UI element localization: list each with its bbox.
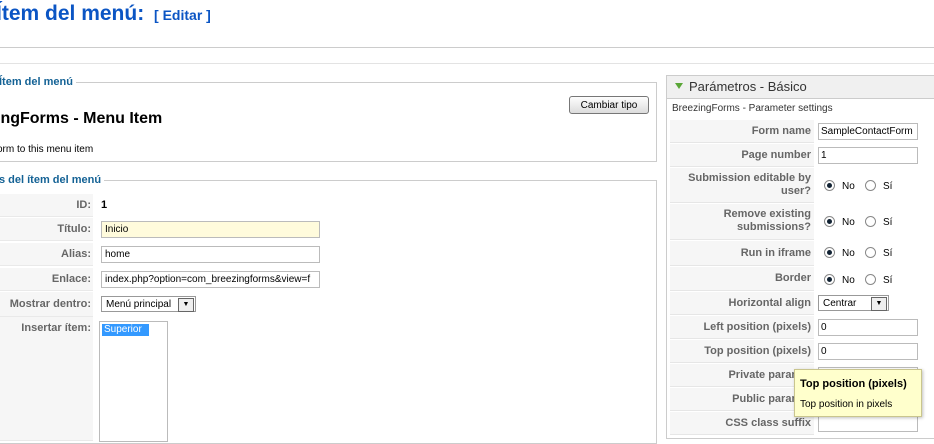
tooltip-body: Top position in pixels bbox=[800, 399, 893, 410]
remove-existing-yes-radio[interactable] bbox=[865, 216, 876, 227]
horizontal-align-value: Centrar bbox=[823, 298, 857, 309]
id-label: ID: bbox=[76, 199, 91, 211]
parameters-subtitle: BreezingForms - Parameter settings bbox=[672, 103, 833, 114]
link-label: Enlace: bbox=[51, 273, 91, 285]
left-position-label: Left position (pixels) bbox=[670, 316, 814, 339]
insert-item-label: Insertar ítem: bbox=[21, 322, 91, 334]
top-position-input[interactable]: 0 bbox=[818, 343, 918, 360]
tooltip-title: Top position (pixels) bbox=[800, 378, 907, 390]
yes-label: Sí bbox=[883, 181, 893, 192]
display-in-select[interactable]: Menú principal ▼ bbox=[101, 296, 196, 312]
no-label: No bbox=[842, 217, 855, 228]
alias-label: Alias: bbox=[61, 248, 91, 260]
no-label: No bbox=[842, 181, 855, 192]
parameters-panel-title: Parámetros - Básico bbox=[689, 79, 807, 94]
run-iframe-no-radio[interactable] bbox=[824, 247, 835, 258]
submission-editable-label: Submission editable by user? bbox=[670, 168, 814, 203]
header-divider-secondary bbox=[0, 63, 934, 64]
no-label: No bbox=[842, 275, 855, 286]
tooltip: Top position (pixels) Top position in pi… bbox=[794, 369, 922, 417]
run-iframe-yes-radio[interactable] bbox=[865, 247, 876, 258]
chevron-down-icon[interactable]: ▼ bbox=[871, 297, 887, 311]
horizontal-align-select[interactable]: Centrar ▼ bbox=[818, 295, 889, 311]
id-value: 1 bbox=[101, 199, 108, 211]
css-suffix-label: CSS class suffix bbox=[670, 412, 814, 435]
form-name-input[interactable]: SampleContactForm bbox=[818, 123, 918, 140]
change-type-button[interactable]: Cambiar tipo bbox=[569, 96, 649, 114]
header-divider bbox=[0, 47, 934, 48]
public-params-label: Public paramet bbox=[670, 388, 814, 411]
private-params-label: Private paramet bbox=[670, 364, 814, 387]
list-item[interactable]: Superior bbox=[102, 324, 149, 336]
remove-existing-no-radio[interactable] bbox=[824, 216, 835, 227]
remove-existing-label: Remove existing submissions? bbox=[670, 204, 814, 240]
menu-item-type-title: ingForms - Menu Item bbox=[0, 110, 163, 127]
insert-item-listbox[interactable]: Superior bbox=[99, 321, 168, 442]
parameters-panel-header[interactable]: Parámetros - Básico bbox=[667, 76, 934, 99]
left-position-input[interactable]: 0 bbox=[818, 319, 918, 336]
horizontal-align-label: Horizontal align bbox=[670, 292, 814, 315]
alias-input[interactable]: home bbox=[101, 246, 320, 263]
yes-label: Sí bbox=[883, 217, 893, 228]
submission-editable-no-radio[interactable] bbox=[824, 180, 835, 191]
border-label: Border bbox=[670, 267, 814, 291]
link-input[interactable]: index.php?option=com_breezingforms&view=… bbox=[101, 271, 320, 288]
yes-label: Sí bbox=[883, 248, 893, 259]
display-in-label: Mostrar dentro: bbox=[9, 298, 91, 310]
page-title: Ítem del menú: [ Editar ] bbox=[0, 2, 211, 26]
menu-item-type-description: orm to this menu item bbox=[0, 144, 94, 155]
no-label: No bbox=[842, 248, 855, 259]
run-iframe-label: Run in iframe bbox=[670, 241, 814, 266]
border-no-radio[interactable] bbox=[824, 274, 835, 285]
display-in-value: Menú principal bbox=[106, 299, 172, 310]
border-yes-radio[interactable] bbox=[865, 274, 876, 285]
title-label: Título: bbox=[57, 223, 91, 235]
top-position-label: Top position (pixels) bbox=[670, 340, 814, 363]
submission-editable-yes-radio[interactable] bbox=[865, 180, 876, 191]
menu-type-legend: Ítem del menú bbox=[0, 76, 76, 88]
page-title-text: Ítem del menú: bbox=[0, 2, 145, 25]
edit-link[interactable]: [ Editar ] bbox=[154, 7, 211, 23]
css-suffix-input[interactable] bbox=[818, 415, 918, 432]
yes-label: Sí bbox=[883, 275, 893, 286]
page-number-label: Page number bbox=[670, 144, 814, 167]
label-cell bbox=[0, 317, 93, 441]
expand-triangle-icon bbox=[675, 83, 683, 89]
details-legend: s del ítem del menú bbox=[0, 174, 105, 186]
page-number-input[interactable]: 1 bbox=[818, 147, 918, 164]
title-input[interactable]: Inicio bbox=[101, 221, 320, 238]
chevron-down-icon[interactable]: ▼ bbox=[178, 298, 194, 312]
form-name-label: Form name bbox=[670, 120, 814, 143]
